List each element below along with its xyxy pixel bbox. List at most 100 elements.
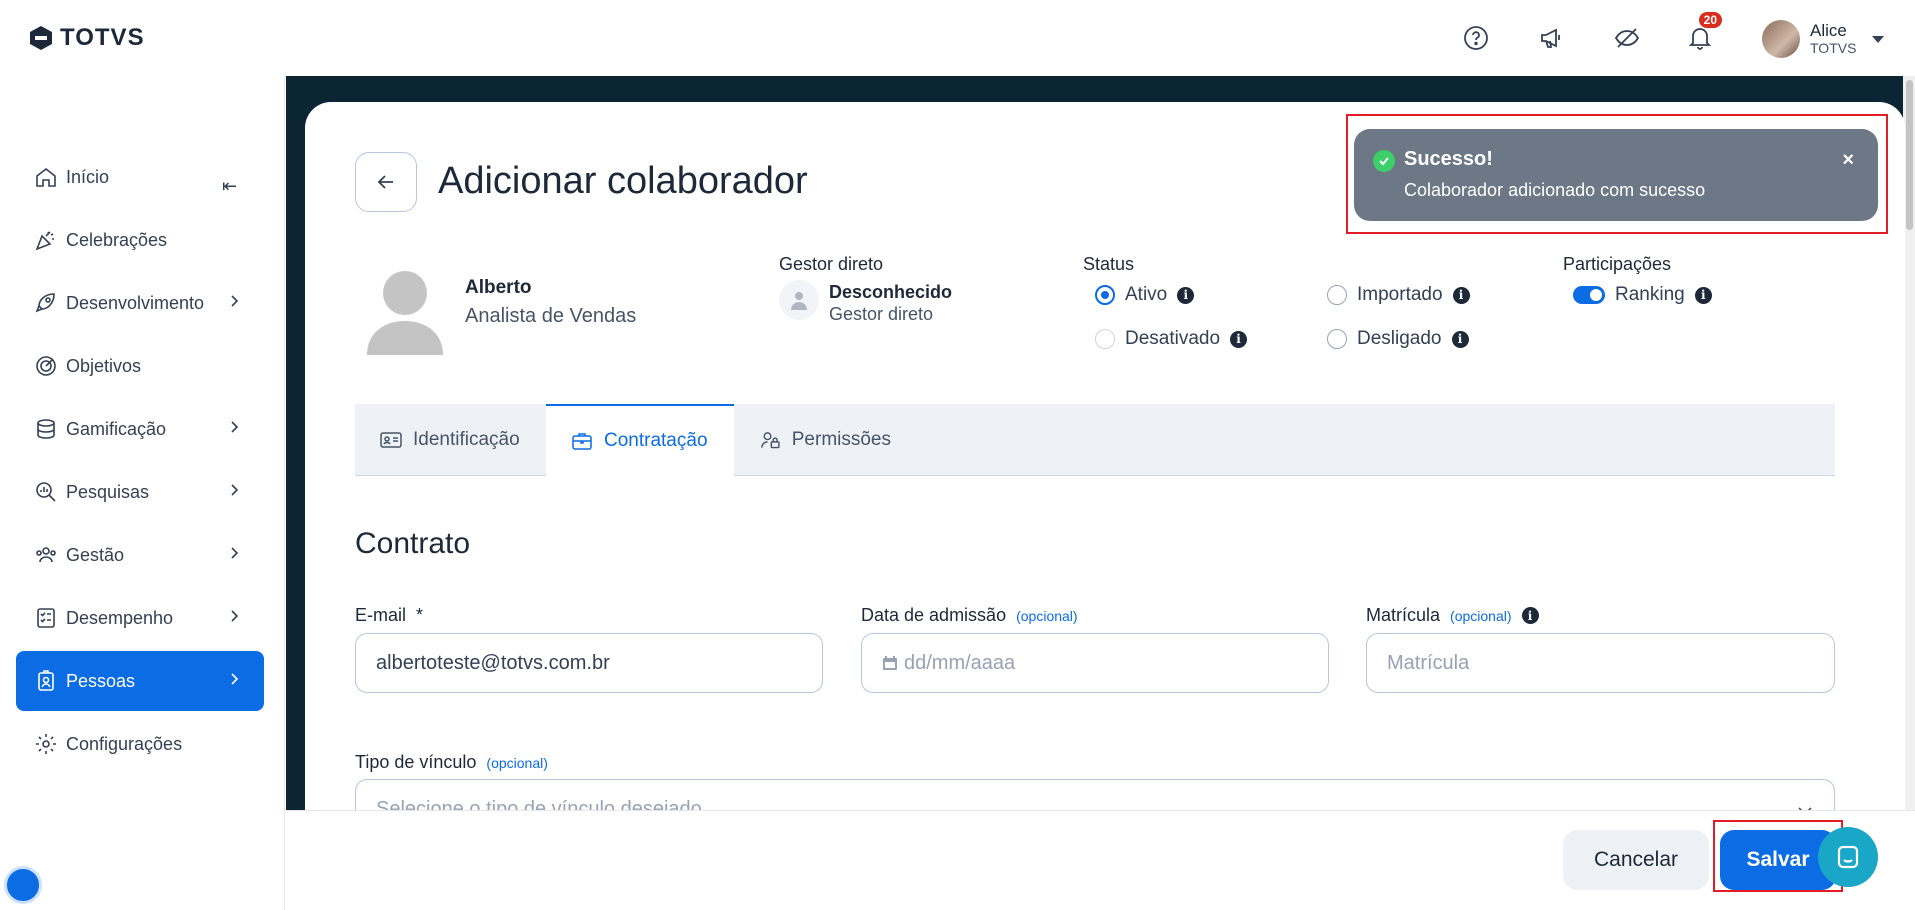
sidebar-item-inicio[interactable]: Início [16,147,264,207]
status-option-importado[interactable]: Importado i [1327,284,1470,306]
sidebar-item-celebracoes[interactable]: Celebrações [16,210,264,270]
info-icon[interactable]: i [1694,286,1712,304]
bond-type-select[interactable]: Selecione o tipo de vínculo desejado [355,779,1835,810]
chevron-right-icon [231,421,239,433]
bond-type-placeholder: Selecione o tipo de vínculo desejado [376,797,702,811]
tab-permissoes[interactable]: Permissões [735,404,915,476]
admission-date-field[interactable]: dd/mm/aaaa [861,633,1329,693]
radio-unchecked[interactable] [1327,329,1347,349]
user-avatar [1762,20,1800,58]
info-icon[interactable]: i [1451,330,1469,348]
info-icon[interactable]: i [1177,286,1195,304]
radio-unchecked[interactable] [1095,329,1115,349]
sidebar-item-desenvolvimento[interactable]: Desenvolvimento [16,273,264,333]
sidebar-item-label: Celebrações [66,229,168,250]
sidebar-item-label: Gestão [66,544,125,565]
help-icon[interactable] [1458,20,1494,56]
status-option-label: Ativo [1125,284,1168,305]
status-option-label: Desligado [1357,328,1442,349]
back-button[interactable] [355,152,417,212]
email-label: E-mail * [355,605,423,626]
user-menu[interactable]: Alice TOTVS [1762,20,1885,58]
search-chart-icon [36,482,56,502]
hidden-eye-icon[interactable] [1609,20,1645,56]
sidebar-item-label: Pessoas [66,670,136,691]
optional-tag: (opcional) [486,754,548,771]
chevron-right-icon [231,610,239,622]
optional-tag: (opcional) [1016,607,1078,624]
bond-type-label-text: Tipo de vínculo [355,752,477,772]
chevron-down-icon [1798,807,1812,810]
person-role: Analista de Vendas [465,305,637,327]
ranking-toggle-row[interactable]: Ranking i [1573,284,1712,306]
checklist-icon [37,608,55,628]
registration-field[interactable]: Matrícula [1366,633,1835,693]
status-option-desativado[interactable]: Desativado i [1095,328,1248,350]
bell-icon[interactable]: 20 [1682,12,1722,56]
status-option-ativo[interactable]: Ativo i [1095,284,1195,306]
chat-button[interactable] [1818,827,1878,887]
calendar-icon [883,656,897,670]
chat-icon [1837,845,1859,869]
radio-unchecked[interactable] [1327,285,1347,305]
gear-icon [36,734,56,754]
briefcase-icon [572,433,592,450]
sidebar-item-label: Pesquisas [66,481,150,502]
sidebar-item-label: Configurações [66,733,183,754]
chevron-right-icon [231,673,239,685]
party-icon [35,231,54,251]
radio-checked[interactable] [1095,285,1115,305]
tab-contratacao[interactable]: Contratação [546,404,734,476]
toast-highlight-box [1346,114,1888,234]
ranking-toggle[interactable] [1573,286,1605,304]
sidebar-item-gestao[interactable]: Gestão [16,525,264,585]
manager-avatar-icon [779,280,819,320]
person-name: Alberto [465,277,532,298]
tab-bar: Identificação Contratação Permissões [355,404,1835,476]
user-org: TOTVS [1810,40,1857,56]
email-field[interactable]: albertoteste@totvs.com.br [355,633,823,693]
sidebar-item-pesquisas[interactable]: Pesquisas [16,462,264,522]
sidebar-item-gamificacao[interactable]: Gamificação [16,399,264,459]
logo-text: TOTVS [60,24,145,51]
admission-label: Data de admissão (opcional) [861,605,1078,626]
info-icon[interactable]: i [1230,330,1248,348]
scrollbar-thumb[interactable] [1906,80,1913,230]
coins-icon [37,419,55,439]
status-group: Status Ativo i Importado i Desativado i … [1083,254,1523,354]
tab-label: Identificação [413,429,520,450]
sidebar-item-label: Início [66,166,110,187]
sidebar-item-desempenho[interactable]: Desempenho [16,588,264,648]
participations-label: Participações [1563,254,1672,274]
manager-name: Desconhecido [829,282,953,302]
totvs-logo[interactable]: TOTVS [28,24,145,52]
tab-label: Contratação [604,430,708,451]
home-icon [36,167,56,187]
email-label-text: E-mail [355,605,407,625]
cancel-button[interactable]: Cancelar [1563,830,1709,890]
arrow-left-icon [377,175,393,189]
user-lock-icon [761,432,780,449]
bond-type-label: Tipo de vínculo (opcional) [355,752,548,773]
sidebar-item-configuracoes[interactable]: Configurações [16,714,264,774]
support-bubble-icon[interactable] [4,866,42,904]
registration-placeholder: Matrícula [1387,651,1470,674]
participations-group: Participações Ranking i [1563,254,1712,305]
top-bar: TOTVS 20 Alice TOTVS [0,0,1915,76]
tab-identificacao[interactable]: Identificação [355,404,545,476]
info-icon[interactable]: i [1452,286,1470,304]
info-icon[interactable]: i [1521,607,1539,624]
sidebar-item-objetivos[interactable]: Objetivos [16,336,264,396]
caret-down-icon [1872,35,1885,43]
section-title: Contrato [355,527,471,560]
notification-badge: 20 [1698,12,1722,28]
admission-label-text: Data de admissão [861,605,1007,625]
admission-placeholder: dd/mm/aaaa [904,651,1016,674]
megaphone-icon[interactable] [1533,20,1569,56]
sidebar-item-label: Desenvolvimento [66,292,205,313]
user-name: Alice [1810,21,1847,40]
sidebar-item-pessoas[interactable]: Pessoas [16,651,264,711]
status-option-desligado[interactable]: Desligado i [1327,328,1469,350]
page-title: Adicionar colaborador [438,160,808,202]
required-mark: * [416,605,424,625]
